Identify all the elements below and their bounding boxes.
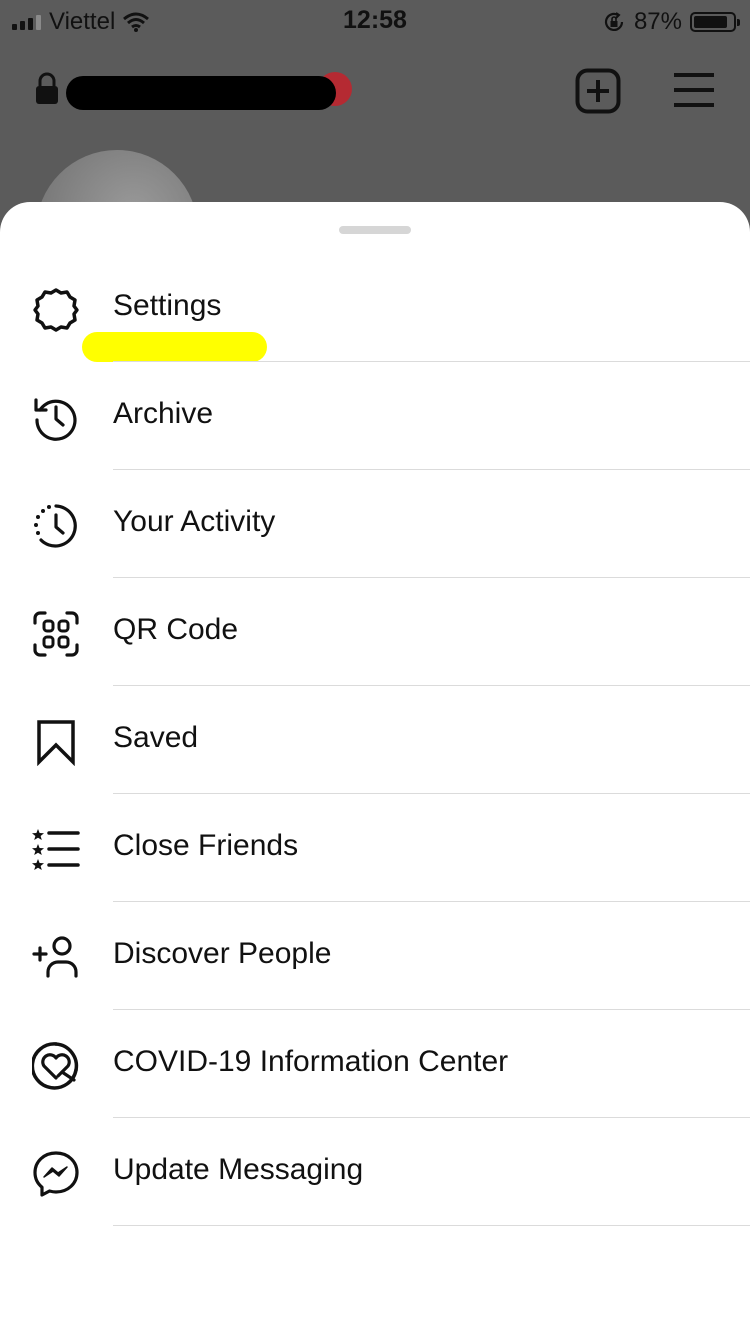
menu-item-label: Archive: [113, 397, 214, 430]
menu-item-settings[interactable]: Settings: [0, 254, 750, 362]
menu-item-close-friends[interactable]: Close Friends: [0, 794, 750, 902]
menu-item-label: Update Messaging: [113, 1153, 364, 1186]
menu-list: Settings Archive Your Activity QR Code S…: [0, 254, 750, 1226]
settings-gear-icon: [32, 286, 80, 334]
menu-item-qr-code[interactable]: QR Code: [0, 578, 750, 686]
menu-item-discover-people[interactable]: Discover People: [0, 902, 750, 1010]
menu-item-covid-info-center[interactable]: COVID-19 Information Center: [0, 1010, 750, 1118]
menu-sheet: Settings Archive Your Activity QR Code S…: [0, 202, 750, 1334]
status-right: 87%: [602, 8, 740, 36]
archive-history-icon: [32, 394, 80, 442]
rotation-lock-icon: [602, 10, 626, 34]
bookmark-icon: [32, 718, 80, 766]
menu-item-your-activity[interactable]: Your Activity: [0, 470, 750, 578]
menu-item-label: Settings: [113, 289, 222, 322]
hamburger-icon[interactable]: [672, 72, 716, 108]
battery-percent: 87%: [633, 8, 682, 35]
menu-item-saved[interactable]: Saved: [0, 686, 750, 794]
menu-item-archive[interactable]: Archive: [0, 362, 750, 470]
menu-item-label: Saved: [113, 721, 199, 754]
highlight-marker: [82, 332, 267, 362]
close-friends-list-icon: [32, 826, 80, 874]
qr-code-icon: [32, 610, 80, 658]
sheet-drag-handle[interactable]: [339, 226, 411, 234]
battery-icon: [690, 12, 740, 32]
menu-item-label: Close Friends: [113, 829, 299, 862]
redacted-username: [66, 76, 336, 110]
menu-item-label: QR Code: [113, 613, 239, 646]
menu-item-label: Your Activity: [113, 505, 276, 538]
status-bar: Viettel 12:58 87%: [0, 0, 750, 40]
covid-heart-icon: [32, 1042, 80, 1090]
divider: [113, 1225, 750, 1226]
menu-item-label: Discover People: [113, 937, 332, 970]
add-person-icon: [32, 934, 80, 982]
lock-icon: [34, 72, 60, 106]
menu-item-label: COVID-19 Information Center: [113, 1045, 509, 1078]
messenger-icon: [32, 1150, 80, 1198]
menu-item-update-messaging[interactable]: Update Messaging: [0, 1118, 750, 1226]
activity-clock-icon: [32, 502, 80, 550]
plus-square-icon[interactable]: [575, 68, 621, 114]
